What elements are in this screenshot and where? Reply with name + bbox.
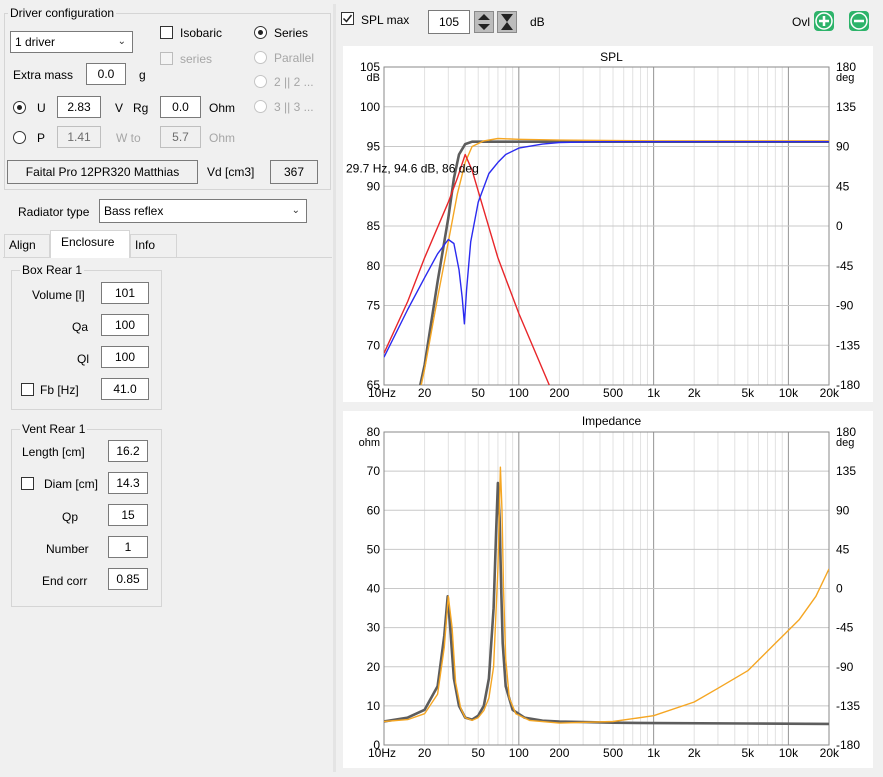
- spl-x-tick-label: 10k: [779, 386, 799, 400]
- charts-svg: SPL10510095908580757065dB18013590450-45-…: [346, 50, 860, 760]
- impedance-y-tick-label: 10: [367, 699, 381, 713]
- impedance-y-unit-label: ohm: [359, 437, 380, 449]
- spl-x-tick-label: 20k: [820, 386, 840, 400]
- impedance-x-tick-label: 2k: [688, 746, 702, 760]
- impedance-y2-tick-label: 135: [836, 464, 856, 478]
- spl-y-unit-label: dB: [367, 72, 380, 84]
- impedance-x-tick-label: 1k: [647, 746, 661, 760]
- impedance-x-tick-label: 10Hz: [368, 746, 396, 760]
- impedance-y-tick-label: 70: [367, 464, 381, 478]
- spl-y2-tick-label: -135: [836, 338, 860, 352]
- spl-y-tick-label: 80: [367, 259, 381, 273]
- spl-y-tick-label: 70: [367, 338, 381, 352]
- spl-y2-tick-label: 135: [836, 100, 856, 114]
- impedance-x-tick-label: 20: [418, 746, 432, 760]
- spl-x-tick-label: 10Hz: [368, 386, 396, 400]
- spl-y-tick-label: 75: [367, 299, 381, 313]
- spl-x-tick-label: 500: [603, 386, 623, 400]
- spl-x-tick-label: 100: [509, 386, 529, 400]
- impedance-x-tick-label: 500: [603, 746, 623, 760]
- spl-y-tick-label: 95: [367, 140, 381, 154]
- spl-x-tick-label: 20: [418, 386, 432, 400]
- spl-x-tick-label: 5k: [741, 386, 755, 400]
- impedance-y-tick-label: 20: [367, 660, 381, 674]
- spl-y2-tick-label: 90: [836, 140, 850, 154]
- impedance-series-gray: [384, 481, 829, 726]
- impedance-y2-tick-label: 0: [836, 582, 843, 596]
- impedance-x-tick-label: 10k: [779, 746, 799, 760]
- spl-series-red: [384, 153, 551, 385]
- spl-y2-tick-label: 0: [836, 219, 843, 233]
- spl-x-tick-label: 2k: [688, 386, 702, 400]
- impedance-chart-title: Impedance: [582, 414, 642, 428]
- impedance-y-tick-label: 30: [367, 621, 381, 635]
- spl-chart-title: SPL: [600, 50, 623, 64]
- impedance-y-tick-label: 60: [367, 503, 381, 517]
- spl-y2-unit-label: deg: [836, 72, 854, 84]
- impedance-y2-tick-label: 45: [836, 542, 850, 556]
- spl-y2-tick-label: -180: [836, 378, 860, 392]
- impedance-y-tick-label: 50: [367, 542, 381, 556]
- spl-y2-tick-label: -45: [836, 259, 854, 273]
- spl-x-tick-label: 50: [472, 386, 486, 400]
- spl-series-gray: [418, 140, 829, 385]
- spl-y2-tick-label: 45: [836, 179, 850, 193]
- impedance-x-tick-label: 20k: [820, 746, 840, 760]
- spl-y2-tick-label: -90: [836, 299, 854, 313]
- impedance-y2-tick-label: 90: [836, 503, 850, 517]
- impedance-x-tick-label: 5k: [741, 746, 755, 760]
- spl-x-tick-label: 1k: [647, 386, 661, 400]
- impedance-x-tick-label: 200: [549, 746, 569, 760]
- impedance-series-orange: [384, 466, 829, 724]
- spl-y-tick-label: 90: [367, 179, 381, 193]
- impedance-y2-unit-label: deg: [836, 437, 854, 449]
- spl-cursor-readout: 29.7 Hz, 94.6 dB, 86 deg: [346, 162, 479, 176]
- impedance-y2-tick-label: -180: [836, 738, 860, 752]
- impedance-x-tick-label: 100: [509, 746, 529, 760]
- tab-enclosure[interactable]: Enclosure: [50, 230, 130, 258]
- impedance-y2-tick-label: -90: [836, 660, 854, 674]
- spl-y-tick-label: 85: [367, 219, 381, 233]
- spl-x-tick-label: 200: [549, 386, 569, 400]
- impedance-y2-tick-label: -45: [836, 621, 854, 635]
- impedance-y-tick-label: 40: [367, 582, 381, 596]
- impedance-x-tick-label: 50: [472, 746, 486, 760]
- tab-enclosure-label: Enclosure: [61, 235, 115, 249]
- spl-y-tick-label: 100: [360, 100, 380, 114]
- impedance-y2-tick-label: -135: [836, 699, 860, 713]
